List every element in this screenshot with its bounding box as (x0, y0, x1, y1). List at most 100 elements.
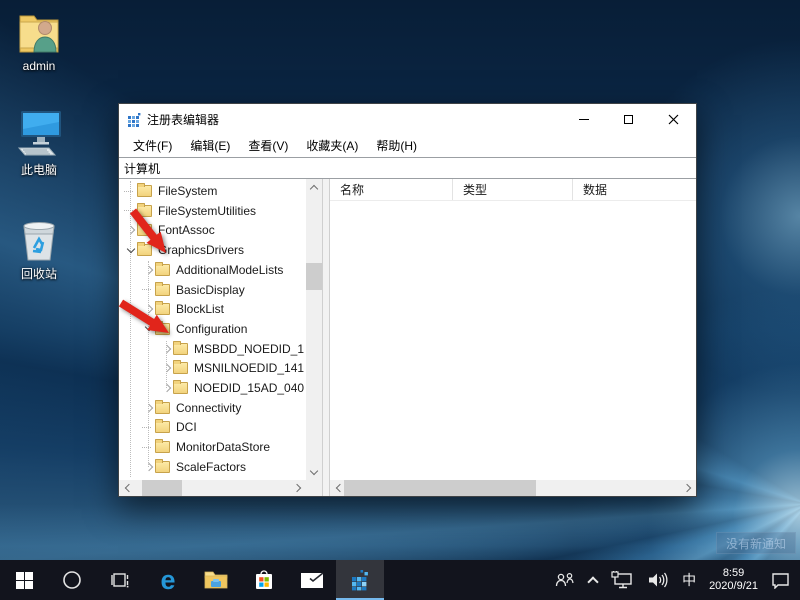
cortana-search-button[interactable] (48, 560, 96, 600)
chevron-right-icon[interactable] (160, 346, 173, 352)
tree-item-label: NOEDID_15AD_040 (194, 381, 304, 395)
windows-logo-icon (16, 572, 33, 589)
maximize-button[interactable] (606, 104, 651, 134)
tree-item-FileSystem[interactable]: FileSystem (124, 181, 217, 201)
scrollbar-thumb[interactable] (142, 480, 182, 496)
column-header-type[interactable]: 类型 (453, 179, 573, 200)
tree-branch-stub (142, 447, 151, 448)
tree-item-DCI[interactable]: DCI (142, 417, 197, 437)
chevron-right-icon[interactable] (142, 267, 155, 273)
tree-item-FileSystemUtilities[interactable]: FileSystemUtilities (124, 201, 256, 221)
tree-item-label: ScaleFactors (176, 460, 246, 474)
chevron-right-icon[interactable] (142, 405, 155, 411)
pane-splitter[interactable] (322, 179, 330, 496)
scroll-left-button[interactable] (119, 480, 135, 496)
registry-key-folder-icon (155, 461, 170, 473)
chevron-right-icon[interactable] (160, 365, 173, 371)
close-button[interactable] (651, 104, 696, 134)
chevron-right-icon[interactable] (124, 227, 137, 233)
ime-indicator[interactable]: 中 (682, 570, 696, 590)
expander-glyph (126, 226, 134, 234)
address-bar[interactable]: 计算机 (119, 157, 696, 179)
tree-item-BasicDisplay[interactable]: BasicDisplay (142, 280, 245, 300)
task-view-button[interactable] (96, 560, 144, 600)
tree-vertical-scrollbar[interactable] (306, 179, 322, 480)
scroll-down-button[interactable] (306, 464, 322, 480)
tree-item-Configuration[interactable]: Configuration (142, 319, 247, 339)
network-icon[interactable] (610, 571, 634, 589)
mail-button[interactable] (288, 560, 336, 600)
tree-item-label: MSBDD_NOEDID_1 (194, 342, 304, 356)
chevron-down-icon[interactable] (142, 327, 155, 330)
start-button[interactable] (0, 560, 48, 600)
regedit-window: 注册表编辑器 文件(F)编辑(E)查看(V)收藏夹(A)帮助(H) 计算机 (118, 103, 697, 497)
values-horizontal-scrollbar[interactable] (330, 480, 696, 496)
registry-key-folder-icon (137, 244, 152, 256)
chevron-right-icon[interactable] (160, 385, 173, 391)
tree-item-MSBDD_NOEDID_1[interactable]: MSBDD_NOEDID_1 (160, 339, 304, 359)
column-header-name[interactable]: 名称 (330, 179, 453, 200)
scrollbar-thumb[interactable] (306, 263, 322, 290)
tree-horizontal-scrollbar[interactable] (119, 480, 306, 496)
scrollbar-thumb[interactable] (344, 480, 536, 496)
maximize-icon (624, 115, 633, 124)
expander-glyph (162, 364, 170, 372)
scroll-right-button[interactable] (680, 480, 696, 496)
registry-key-folder-icon (137, 185, 152, 197)
tree-item-label: MSNILNOEDID_141 (194, 361, 304, 375)
tree-item-label: FileSystemUtilities (158, 204, 256, 218)
menu-item-3[interactable]: 收藏夹(A) (297, 134, 367, 157)
title-bar[interactable]: 注册表编辑器 (119, 104, 696, 134)
recycle-bin-icon (16, 218, 62, 262)
registry-key-folder-icon (155, 441, 170, 453)
chevron-down-icon[interactable] (124, 249, 137, 252)
registry-tree-pane: FileSystem FileSystemUtilities FontAssocGr… (119, 179, 322, 496)
chevron-left-icon (124, 484, 132, 492)
store-button[interactable] (240, 560, 288, 600)
expander-glyph (144, 323, 152, 331)
desktop-icon-label: admin (0, 59, 78, 73)
close-icon (668, 114, 679, 125)
tree-item-MonitorDataStore[interactable]: MonitorDataStore (142, 437, 270, 457)
registry-values-pane: 名称 类型 数据 (330, 179, 696, 496)
tree-item-NOEDID_15AD_040[interactable]: NOEDID_15AD_040 (160, 378, 304, 398)
scroll-right-button[interactable] (290, 480, 306, 496)
menu-item-4[interactable]: 帮助(H) (367, 134, 426, 157)
tree-item-FontAssoc[interactable]: FontAssoc (124, 220, 215, 240)
mail-icon (300, 572, 324, 589)
desktop-icon-recycle-bin[interactable]: 回收站 (0, 218, 78, 282)
registry-key-folder-icon (155, 323, 170, 335)
tree-branch-stub (124, 210, 133, 211)
tree-item-GraphicsDrivers[interactable]: GraphicsDrivers (124, 240, 244, 260)
volume-icon[interactable] (647, 572, 669, 588)
tree-item-ScaleFactors[interactable]: ScaleFactors (142, 457, 246, 477)
minimize-button[interactable] (561, 104, 606, 134)
window-body: FileSystem FileSystemUtilities FontAssocGr… (119, 179, 696, 496)
taskbar-regedit-button[interactable] (336, 560, 384, 600)
edge-button[interactable]: e (144, 560, 192, 600)
action-center-icon[interactable] (771, 572, 790, 589)
registry-key-folder-icon (155, 421, 170, 433)
people-icon[interactable] (554, 572, 576, 588)
cortana-circle-icon (62, 570, 82, 590)
desktop-icon-label: 回收站 (0, 265, 78, 282)
scrollbar-corner (306, 480, 322, 496)
menu-item-1[interactable]: 编辑(E) (181, 134, 239, 157)
tree-item-AdditionalModeLists[interactable]: AdditionalModeLists (142, 260, 283, 280)
column-header-data[interactable]: 数据 (573, 179, 696, 200)
desktop-icon-this-pc[interactable]: 此电脑 (0, 108, 78, 178)
chevron-right-icon[interactable] (142, 464, 155, 470)
file-explorer-button[interactable] (192, 560, 240, 600)
desktop-icon-admin[interactable]: admin (0, 10, 78, 73)
tree-item-MSNILNOEDID_141[interactable]: MSNILNOEDID_141 (160, 358, 304, 378)
minimize-icon (579, 119, 589, 120)
desktop-icon-label: 此电脑 (0, 161, 78, 178)
taskbar-clock[interactable]: 8:59 2020/9/21 (709, 567, 758, 593)
menu-item-2[interactable]: 查看(V) (239, 134, 297, 157)
tree-item-BlockList[interactable]: BlockList (142, 299, 224, 319)
menu-item-0[interactable]: 文件(F) (124, 134, 181, 157)
scroll-up-button[interactable] (306, 179, 322, 195)
show-hidden-icons-chevron[interactable] (587, 576, 598, 587)
chevron-right-icon[interactable] (142, 306, 155, 312)
tree-item-Connectivity[interactable]: Connectivity (142, 398, 241, 418)
